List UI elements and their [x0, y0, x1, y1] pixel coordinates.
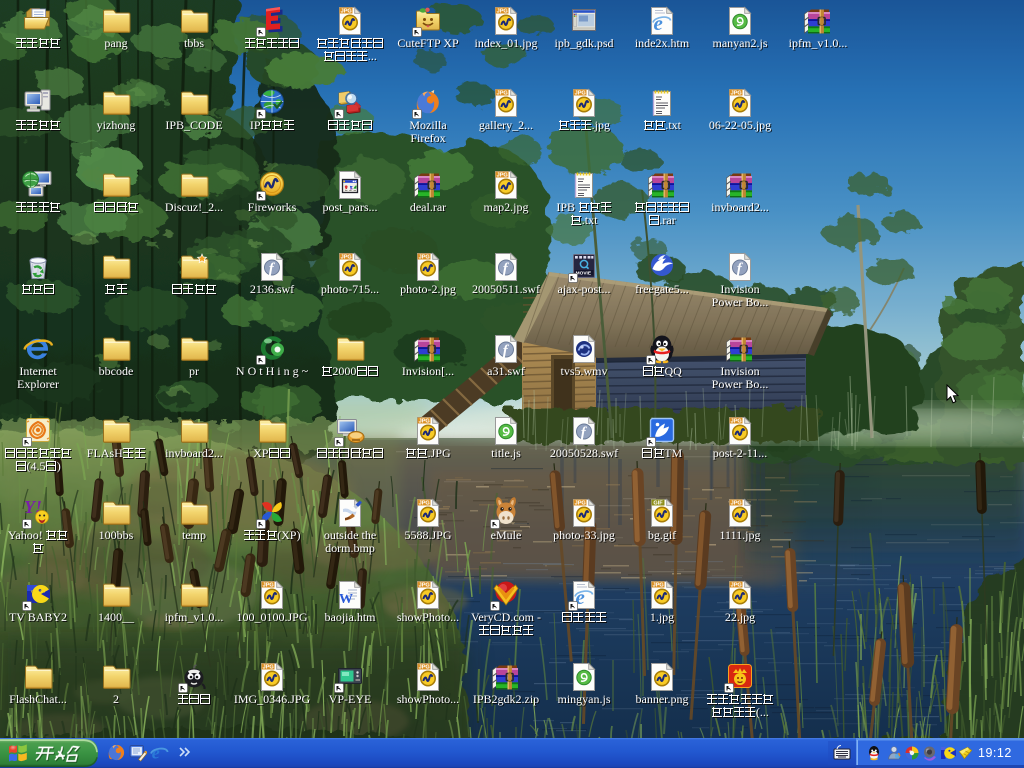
svg-text:e: e [152, 743, 160, 762]
